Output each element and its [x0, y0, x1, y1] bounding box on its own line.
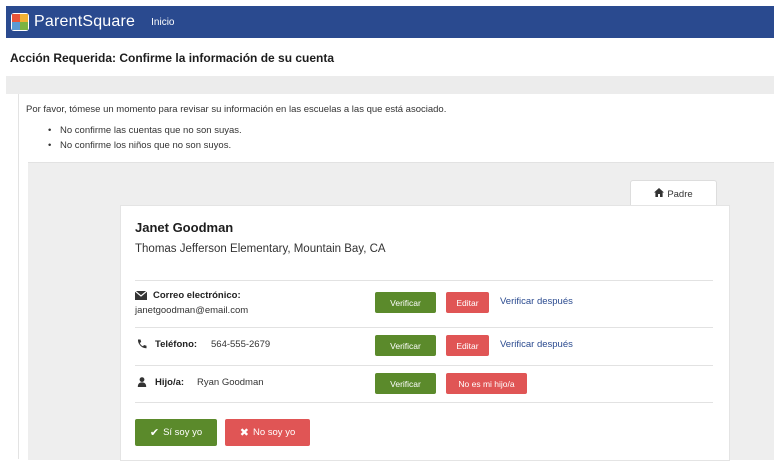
verify-email-later-link[interactable]: Verificar después [500, 296, 573, 307]
child-value: Ryan Goodman [197, 377, 264, 388]
top-navigation-bar: ParentSquare Inicio [6, 6, 774, 38]
account-name: Janet Goodman [135, 220, 234, 235]
verify-email-button[interactable]: Verificar [375, 292, 436, 313]
edit-phone-button[interactable]: Editar [446, 335, 489, 356]
nav-link-inicio[interactable]: Inicio [151, 17, 174, 28]
phone-label: Teléfono: [155, 339, 198, 350]
school-name: Thomas Jefferson Elementary, Mountain Ba… [135, 243, 386, 255]
checkmark-icon: ✔ [149, 427, 160, 439]
home-icon [654, 188, 665, 200]
close-icon: ✖ [239, 427, 249, 439]
divider [135, 327, 713, 328]
yes-its-me-button[interactable]: ✔ Sí soy yo [135, 419, 217, 446]
yes-its-me-label: Sí soy yo [163, 427, 203, 438]
phone-value: 564-555-2679 [211, 339, 271, 350]
page-title: Acción Requerida: Confirme la informació… [10, 51, 335, 65]
header-divider-band [6, 76, 774, 94]
email-value: janetgoodman@email.com [135, 305, 249, 316]
instruction-item: No confirme los niños que no son suyos. [48, 140, 242, 155]
tab-padre[interactable]: Padre [630, 180, 717, 207]
verify-phone-later-link[interactable]: Verificar después [500, 339, 573, 350]
intro-text: Por favor, tómese un momento para revisa… [26, 104, 447, 115]
brand-name: ParentSquare [34, 13, 136, 30]
not-me-label: No soy yo [252, 427, 296, 438]
divider [135, 280, 713, 281]
envelope-icon [134, 290, 148, 303]
phone-icon [137, 339, 147, 352]
person-icon [137, 377, 147, 390]
edit-email-button[interactable]: Editar [446, 292, 489, 313]
not-my-child-button[interactable]: No es mi hijo/a [446, 373, 527, 394]
verify-phone-button[interactable]: Verificar [375, 335, 436, 356]
divider [135, 365, 713, 366]
child-label: Hijo/a: [155, 377, 185, 388]
instruction-list: No confirme las cuentas que no son suyas… [48, 125, 242, 155]
email-label: Correo electrónico: [153, 290, 241, 301]
verify-child-button[interactable]: Verificar [375, 373, 436, 394]
instruction-item: No confirme las cuentas que no son suyas… [48, 125, 242, 140]
parentsquare-logo-icon [11, 13, 29, 31]
divider [135, 402, 713, 403]
not-me-button[interactable]: ✖ No soy yo [225, 419, 310, 446]
tab-label: Padre [667, 188, 693, 200]
